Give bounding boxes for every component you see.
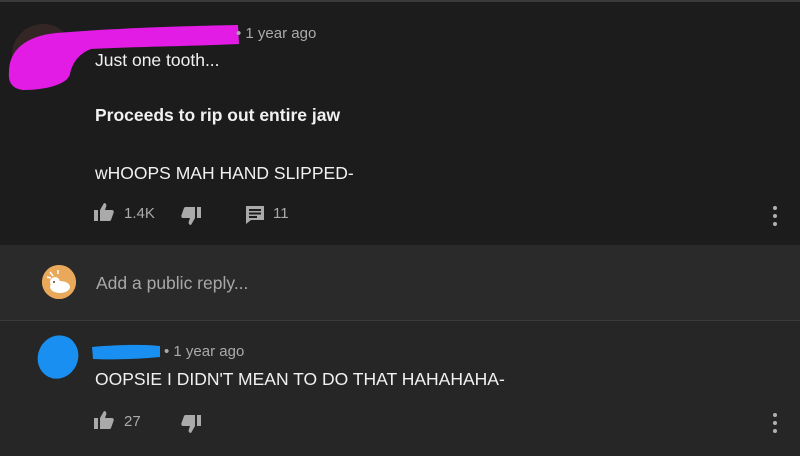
- reply-text: OOPSIE I DIDN'T MEAN TO DO THAT HAHAHAHA…: [95, 369, 505, 389]
- dislike-button[interactable]: [181, 207, 201, 225]
- avatar-redaction: [37, 335, 79, 379]
- more-vert-icon-dot: [773, 222, 777, 226]
- reply-count: 11: [273, 205, 289, 222]
- avatar-image: [42, 265, 76, 299]
- thumbs-down-icon: [181, 207, 201, 225]
- comment-text-line-3: wHOOPS MAH HAND SLIPPED-: [95, 163, 354, 183]
- more-vert-icon-dot: [773, 429, 777, 433]
- reply-menu-button[interactable]: [765, 411, 785, 435]
- like-button[interactable]: [94, 411, 114, 429]
- dislike-button[interactable]: [181, 415, 201, 433]
- reply-composer: [0, 245, 800, 320]
- more-vert-icon-dot: [773, 214, 777, 218]
- more-vert-icon: [773, 206, 777, 210]
- comment-text-line-1: Just one tooth...: [95, 50, 220, 70]
- reply-input[interactable]: [96, 273, 756, 294]
- reply-button[interactable]: [245, 205, 265, 225]
- thumbs-up-icon: [94, 203, 114, 221]
- comment-text-line-2: Proceeds to rip out entire jaw: [95, 105, 341, 125]
- comment-thread-reply: • 1 year ago OOPSIE I DIDN'T MEAN TO DO …: [0, 321, 800, 456]
- thumbs-down-icon: [181, 415, 201, 433]
- comment-icon: [246, 206, 264, 224]
- comment-thread-main: • 1 year ago Just one tooth... Proceeds …: [0, 2, 800, 245]
- comment-menu-button[interactable]: [765, 204, 785, 228]
- reply-timestamp: • 1 year ago: [164, 343, 245, 360]
- like-count: 1.4K: [124, 205, 155, 222]
- like-count: 27: [124, 413, 141, 430]
- username-redaction: [92, 344, 160, 360]
- more-vert-icon-dot: [773, 421, 777, 425]
- comment-timestamp: • 1 year ago: [236, 25, 317, 42]
- more-vert-icon: [773, 413, 777, 417]
- avatar[interactable]: [42, 265, 76, 299]
- thumbs-up-icon: [94, 411, 114, 429]
- like-button[interactable]: [94, 203, 114, 221]
